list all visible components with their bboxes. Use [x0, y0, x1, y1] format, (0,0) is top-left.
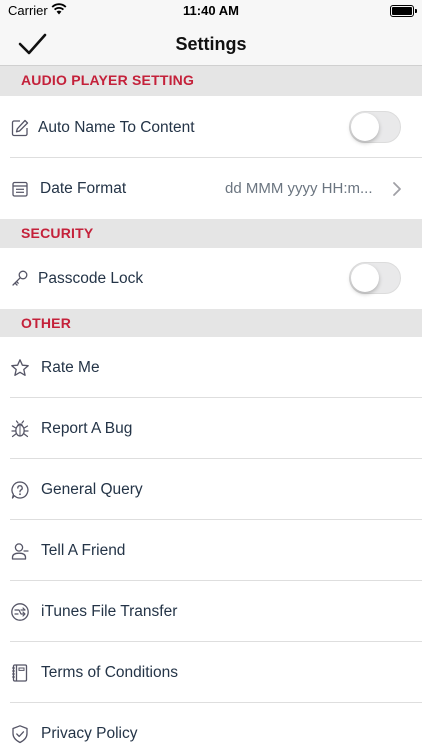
row-label: iTunes File Transfer	[41, 603, 178, 620]
row-label: Auto Name To Content	[38, 119, 195, 136]
bug-icon	[11, 420, 29, 438]
row-passcode-lock[interactable]: Passcode Lock	[0, 248, 422, 309]
battery-icon	[390, 5, 417, 17]
row-label: Terms of Conditions	[41, 664, 178, 681]
row-auto-name-to-content[interactable]: Auto Name To Content	[0, 96, 422, 158]
navigation-bar: Settings	[0, 22, 422, 66]
calendar-list-icon	[12, 181, 28, 197]
row-label: Date Format	[40, 180, 127, 197]
section-header-audio-player: AUDIO PLAYER SETTING	[0, 66, 422, 96]
section-header-label: SECURITY	[21, 225, 94, 241]
row-label: General Query	[41, 481, 143, 498]
section-header-other: OTHER	[0, 309, 422, 337]
passcode-toggle[interactable]	[349, 262, 401, 294]
shield-check-icon	[12, 725, 28, 744]
key-icon	[12, 270, 28, 286]
section-header-label: OTHER	[21, 315, 71, 331]
section-header-label: AUDIO PLAYER SETTING	[21, 72, 195, 88]
row-label: Privacy Policy	[41, 725, 138, 742]
row-report-a-bug[interactable]: Report A Bug	[0, 398, 422, 459]
row-label: Report A Bug	[41, 420, 133, 437]
transfer-icon	[11, 603, 29, 621]
row-general-query[interactable]: General Query	[0, 459, 422, 520]
chevron-right-icon	[393, 182, 401, 196]
row-terms-of-conditions[interactable]: Terms of Conditions	[0, 642, 422, 703]
row-label: Rate Me	[41, 359, 100, 376]
row-label: Passcode Lock	[38, 270, 144, 287]
edit-icon	[11, 119, 29, 137]
auto-name-toggle[interactable]	[349, 111, 401, 143]
row-privacy-policy[interactable]: Privacy Policy	[0, 703, 422, 750]
row-rate-me[interactable]: Rate Me	[0, 337, 422, 398]
row-tell-a-friend[interactable]: Tell A Friend	[0, 520, 422, 581]
notebook-icon	[12, 664, 28, 682]
person-icon	[11, 543, 29, 560]
section-header-security: SECURITY	[0, 219, 422, 248]
page-title: Settings	[175, 34, 247, 54]
date-format-value: dd MMM yyyy HH:m...	[225, 180, 373, 197]
row-itunes-file-transfer[interactable]: iTunes File Transfer	[0, 581, 422, 642]
row-date-format[interactable]: Date Format dd MMM yyyy HH:m...	[0, 158, 422, 219]
status-time: 11:40 AM	[183, 3, 239, 18]
status-bar: Carrier 11:40 AM	[0, 0, 422, 22]
row-label: Tell A Friend	[41, 542, 126, 559]
question-icon	[11, 481, 29, 499]
star-icon	[11, 359, 29, 376]
